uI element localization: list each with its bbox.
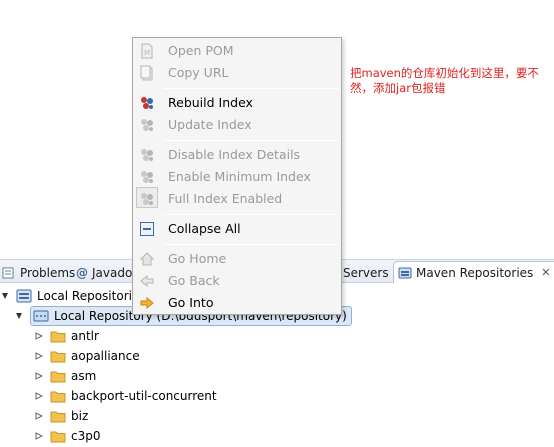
menu-item-label: Enable Minimum Index: [168, 169, 311, 184]
folder-icon: [50, 430, 66, 443]
tab-maven-repositories-label: Maven Repositories: [416, 265, 534, 280]
tree-folder-label: asm: [71, 369, 97, 383]
collapsed-arrow-icon[interactable]: [34, 431, 44, 441]
menu-separator: [163, 214, 339, 215]
tree-folder-label: backport-util-concurrent: [71, 389, 217, 403]
go-into-arrow-icon: [139, 295, 155, 311]
expanded-arrow-icon[interactable]: [14, 311, 24, 321]
menu-item-label: Copy URL: [168, 65, 229, 80]
tree-folder-c3p0[interactable]: c3p0: [34, 426, 100, 446]
pom-file-icon: M: [139, 43, 155, 59]
menu-item-full-index-enabled[interactable]: Full Index Enabled: [134, 188, 340, 209]
collapsed-arrow-icon[interactable]: [34, 351, 44, 361]
full-index-icon: [139, 191, 155, 207]
annotation-note: 把maven的仓库初始化到这里，要不然，添加jar包报错: [350, 66, 539, 95]
tree-folder-backport-util-concurrent[interactable]: backport-util-concurrent: [34, 386, 217, 406]
svg-text:M: M: [144, 49, 150, 57]
tab-javadoc[interactable]: @ Javado: [76, 263, 132, 282]
menu-item-label: Go Into: [168, 295, 214, 310]
menu-item-label: Go Home: [168, 251, 227, 266]
menu-separator: [163, 140, 339, 141]
menu-item-copy-url[interactable]: Copy URL: [134, 62, 340, 83]
collapsed-arrow-icon[interactable]: [34, 391, 44, 401]
menu-separator: [163, 88, 339, 89]
tab-servers[interactable]: Servers: [343, 263, 389, 282]
menu-item-go-into[interactable]: Go Into: [134, 292, 340, 313]
maven-repositories-icon: [398, 266, 412, 280]
minimum-index-icon: [139, 169, 155, 185]
folder-icon: [50, 390, 66, 403]
menu-item-label: Open POM: [168, 43, 234, 58]
collapsed-arrow-icon[interactable]: [34, 331, 44, 341]
folder-icon: [50, 350, 66, 363]
menu-item-open-pom[interactable]: M Open POM: [134, 40, 340, 61]
folder-icon: [50, 410, 66, 423]
menu-item-label: Collapse All: [168, 221, 241, 236]
copy-icon: [139, 65, 155, 81]
tree-folder-label: antlr: [71, 329, 99, 343]
menu-item-label: Disable Index Details: [168, 147, 301, 162]
menu-item-collapse-all[interactable]: Collapse All: [134, 218, 340, 239]
close-icon[interactable]: ✕: [541, 266, 550, 279]
collapsed-arrow-icon[interactable]: [34, 411, 44, 421]
menu-item-update-index[interactable]: Update Index: [134, 114, 340, 135]
index-details-icon: [139, 147, 155, 163]
repository-icon: [33, 308, 49, 324]
tree-folder-aopalliance[interactable]: aopalliance: [34, 346, 140, 366]
menu-item-label: Go Back: [168, 273, 220, 288]
collapse-all-icon: [139, 221, 155, 237]
tab-servers-label: Servers: [343, 265, 389, 280]
menu-item-label: Full Index Enabled: [168, 191, 283, 206]
tree-node-label: Local Repositories: [37, 289, 146, 303]
update-index-icon: [139, 117, 155, 133]
tab-maven-repositories[interactable]: Maven Repositories ✕: [393, 261, 554, 283]
tree-folder-antlr[interactable]: antlr: [34, 326, 99, 346]
problems-icon: [2, 266, 16, 280]
tab-problems-label: Problems: [20, 265, 76, 280]
folder-icon: [50, 330, 66, 343]
menu-item-rebuild-index[interactable]: Rebuild Index: [134, 92, 340, 113]
menu-separator: [163, 244, 339, 245]
tab-javadoc-label: Javado: [92, 265, 133, 280]
folder-icon: [50, 370, 66, 383]
tree-folder-label: c3p0: [71, 429, 101, 443]
home-icon: [139, 251, 155, 267]
menu-item-label: Rebuild Index: [168, 95, 253, 110]
back-arrow-icon: [139, 273, 155, 289]
menu-item-go-home[interactable]: Go Home: [134, 248, 340, 269]
rebuild-index-icon: [139, 95, 155, 111]
menu-item-enable-minimum-index[interactable]: Enable Minimum Index: [134, 166, 340, 187]
tree-folder-biz[interactable]: biz: [34, 406, 88, 426]
expanded-arrow-icon[interactable]: [0, 291, 10, 301]
tree-folder-asm[interactable]: asm: [34, 366, 96, 386]
menu-item-disable-index-details[interactable]: Disable Index Details: [134, 144, 340, 165]
at-sign-icon: @: [76, 265, 88, 280]
tab-problems[interactable]: Problems: [2, 263, 75, 282]
context-menu: M Open POM Copy URL Rebuild Index Update…: [132, 37, 342, 315]
tree-node-local-repositories[interactable]: Local Repositories: [0, 286, 146, 306]
repository-group-icon: [16, 288, 32, 304]
menu-item-go-back[interactable]: Go Back: [134, 270, 340, 291]
collapsed-arrow-icon[interactable]: [34, 371, 44, 381]
tree-folder-label: aopalliance: [71, 349, 140, 363]
tree-folder-label: biz: [71, 409, 89, 423]
menu-item-label: Update Index: [168, 117, 252, 132]
